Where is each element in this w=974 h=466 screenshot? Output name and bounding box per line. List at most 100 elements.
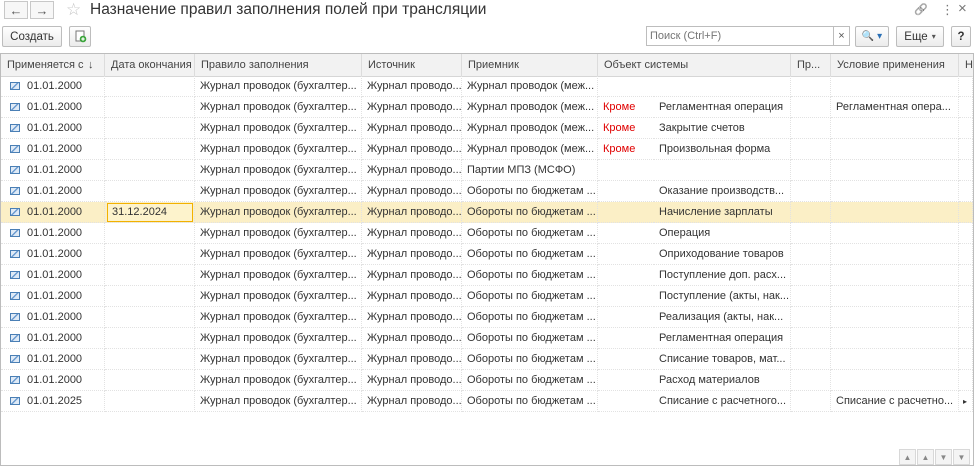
cell-dest[interactable]: Обороты по бюджетам ...	[462, 370, 598, 391]
favorite-star-icon[interactable]: ☆	[66, 0, 81, 20]
close-icon[interactable]: ×	[958, 1, 967, 17]
column-header-start-date[interactable]: Применяется с ↓	[1, 54, 105, 76]
table-row[interactable]: 01.01.2000 Журнал проводок (бухгалтер... Ж…	[1, 265, 973, 286]
cell-start[interactable]: 01.01.2000	[1, 370, 105, 391]
cell-except[interactable]	[598, 223, 654, 244]
cell-extra[interactable]	[959, 118, 973, 139]
cell-except[interactable]	[598, 328, 654, 349]
table-row[interactable]: 01.01.2000 Журнал проводок (бухгалтер... Ж…	[1, 160, 973, 181]
cell-start[interactable]: 01.01.2000	[1, 223, 105, 244]
cell-condition[interactable]	[831, 181, 959, 202]
cell-object[interactable]	[654, 76, 791, 97]
cell-rule[interactable]: Журнал проводок (бухгалтер...	[195, 307, 362, 328]
cell-rule[interactable]: Журнал проводок (бухгалтер...	[195, 181, 362, 202]
cell-end[interactable]	[105, 160, 195, 181]
cell-except[interactable]: Кроме	[598, 97, 654, 118]
cell-object[interactable]: Поступление доп. расх...	[654, 265, 791, 286]
cell-condition[interactable]: Списание с расчетно...	[831, 391, 959, 412]
cell-end[interactable]	[105, 76, 195, 97]
cell-condition[interactable]: Регламентная опера...	[831, 97, 959, 118]
cell-condition[interactable]	[831, 118, 959, 139]
cell-dest[interactable]: Обороты по бюджетам ...	[462, 349, 598, 370]
cell-rule[interactable]: Журнал проводок (бухгалтер...	[195, 223, 362, 244]
cell-source[interactable]: Журнал проводо...	[362, 181, 462, 202]
cell-start[interactable]: 01.01.2000	[1, 244, 105, 265]
cell-pr[interactable]	[791, 286, 831, 307]
cell-except[interactable]	[598, 244, 654, 265]
table-row[interactable]: 01.01.2025 Журнал проводок (бухгалтер... Ж…	[1, 391, 973, 412]
more-vertical-icon[interactable]: ⋮	[941, 2, 954, 18]
column-header-pr[interactable]: Пр...	[791, 54, 831, 76]
expand-arrow-icon[interactable]: ▸	[959, 391, 973, 412]
cell-end[interactable]	[105, 349, 195, 370]
table-row[interactable]: 01.01.2000 Журнал проводок (бухгалтер... Ж…	[1, 118, 973, 139]
cell-source[interactable]: Журнал проводо...	[362, 223, 462, 244]
cell-source[interactable]: Журнал проводо...	[362, 307, 462, 328]
cell-dest[interactable]: Обороты по бюджетам ...	[462, 265, 598, 286]
cell-rule[interactable]: Журнал проводок (бухгалтер...	[195, 349, 362, 370]
column-header-extra[interactable]: Н	[959, 54, 973, 76]
cell-end[interactable]	[105, 370, 195, 391]
table-row[interactable]: 01.01.2000 Журнал проводок (бухгалтер... Ж…	[1, 370, 973, 391]
cell-object[interactable]: Регламентная операция	[654, 328, 791, 349]
cell-end[interactable]	[105, 118, 195, 139]
cell-rule[interactable]: Журнал проводок (бухгалтер...	[195, 265, 362, 286]
cell-dest[interactable]: Обороты по бюджетам ...	[462, 202, 598, 223]
cell-source[interactable]: Журнал проводо...	[362, 349, 462, 370]
scroll-down-button[interactable]: ▼	[935, 449, 952, 465]
cell-dest[interactable]: Партии МПЗ (МСФО)	[462, 160, 598, 181]
cell-pr[interactable]	[791, 202, 831, 223]
cell-rule[interactable]: Журнал проводок (бухгалтер...	[195, 286, 362, 307]
cell-condition[interactable]	[831, 265, 959, 286]
cell-source[interactable]: Журнал проводо...	[362, 160, 462, 181]
table-row[interactable]: 01.01.2000 Журнал проводок (бухгалтер... Ж…	[1, 286, 973, 307]
cell-extra[interactable]	[959, 223, 973, 244]
cell-condition[interactable]	[831, 370, 959, 391]
cell-object[interactable]: Произвольная форма	[654, 139, 791, 160]
cell-start[interactable]: 01.01.2000	[1, 76, 105, 97]
end-date-editor[interactable]: 31.12.2024	[107, 203, 193, 222]
cell-object[interactable]: Оказание производств...	[654, 181, 791, 202]
cell-end[interactable]	[105, 307, 195, 328]
cell-end[interactable]	[105, 286, 195, 307]
cell-rule[interactable]: Журнал проводок (бухгалтер...	[195, 160, 362, 181]
cell-pr[interactable]	[791, 76, 831, 97]
cell-source[interactable]: Журнал проводо...	[362, 139, 462, 160]
cell-extra[interactable]	[959, 307, 973, 328]
cell-rule[interactable]: Журнал проводок (бухгалтер...	[195, 118, 362, 139]
search-clear-button[interactable]: ×	[834, 26, 850, 46]
cell-condition[interactable]	[831, 286, 959, 307]
cell-object[interactable]: Реализация (акты, нак...	[654, 307, 791, 328]
cell-dest[interactable]: Обороты по бюджетам ...	[462, 244, 598, 265]
cell-source[interactable]: Журнал проводо...	[362, 328, 462, 349]
cell-object[interactable]: Поступление (акты, нак...	[654, 286, 791, 307]
cell-except[interactable]: Кроме	[598, 118, 654, 139]
cell-condition[interactable]	[831, 202, 959, 223]
table-row[interactable]: 01.01.2000 Журнал проводок (бухгалтер... Ж…	[1, 76, 973, 97]
cell-source[interactable]: Журнал проводо...	[362, 202, 462, 223]
cell-pr[interactable]	[791, 97, 831, 118]
cell-object[interactable]: Списание товаров, мат...	[654, 349, 791, 370]
cell-start[interactable]: 01.01.2000	[1, 118, 105, 139]
cell-extra[interactable]	[959, 328, 973, 349]
cell-object[interactable]: Списание с расчетного...	[654, 391, 791, 412]
column-header-system-object[interactable]: Объект системы	[598, 54, 791, 76]
cell-extra[interactable]	[959, 139, 973, 160]
cell-pr[interactable]	[791, 181, 831, 202]
cell-start[interactable]: 01.01.2000	[1, 160, 105, 181]
cell-rule[interactable]: Журнал проводок (бухгалтер...	[195, 391, 362, 412]
cell-source[interactable]: Журнал проводо...	[362, 97, 462, 118]
cell-dest[interactable]: Обороты по бюджетам ...	[462, 286, 598, 307]
cell-rule[interactable]: Журнал проводок (бухгалтер...	[195, 97, 362, 118]
cell-dest[interactable]: Обороты по бюджетам ...	[462, 181, 598, 202]
cell-extra[interactable]	[959, 349, 973, 370]
table-row[interactable]: 01.01.2000 Журнал проводок (бухгалтер... Ж…	[1, 223, 973, 244]
cell-extra[interactable]	[959, 265, 973, 286]
cell-condition[interactable]	[831, 244, 959, 265]
cell-end[interactable]: 31.12.2024	[105, 202, 195, 223]
cell-except[interactable]	[598, 181, 654, 202]
cell-end[interactable]	[105, 265, 195, 286]
cell-start[interactable]: 01.01.2000	[1, 139, 105, 160]
cell-condition[interactable]	[831, 349, 959, 370]
cell-pr[interactable]	[791, 160, 831, 181]
